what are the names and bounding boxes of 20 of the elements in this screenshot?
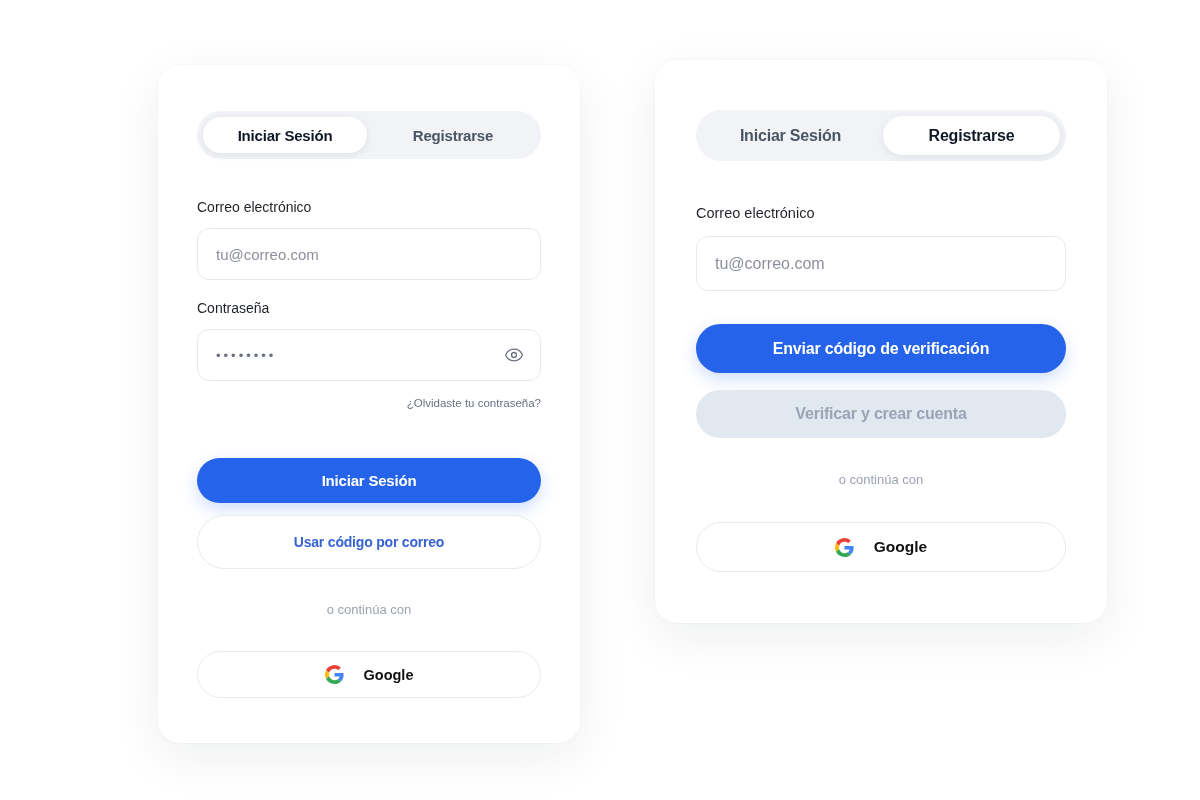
- field-label: Correo electrónico: [696, 205, 815, 222]
- tab[interactable]: Registrarse: [371, 117, 535, 153]
- tab[interactable]: Iniciar Sesión: [203, 117, 367, 153]
- divider-text: o continúa con: [838, 472, 924, 488]
- google-logo-icon: [324, 665, 344, 684]
- email-field[interactable]: tu@correo.com: [197, 228, 541, 280]
- divider-text: o continúa con: [326, 602, 412, 618]
- google-logo-icon: [834, 537, 854, 557]
- outline-button[interactable]: Usar código por correo: [197, 515, 541, 569]
- field-label: Contraseña: [197, 300, 270, 317]
- forgot-password-link[interactable]: ¿Olvidaste tu contraseña?: [406, 396, 541, 410]
- tab[interactable]: Iniciar Sesión: [702, 116, 879, 155]
- password-field[interactable]: ••••••••: [197, 329, 541, 381]
- primary-button[interactable]: Iniciar Sesión: [197, 458, 541, 503]
- field-label: Correo electrónico: [197, 199, 312, 216]
- google-button[interactable]: Google: [696, 522, 1066, 572]
- email-field[interactable]: tu@correo.com: [696, 236, 1066, 291]
- google-button[interactable]: Google: [197, 651, 541, 698]
- tab[interactable]: Registrarse: [883, 116, 1060, 155]
- primary-button[interactable]: Enviar código de verificación: [696, 324, 1066, 373]
